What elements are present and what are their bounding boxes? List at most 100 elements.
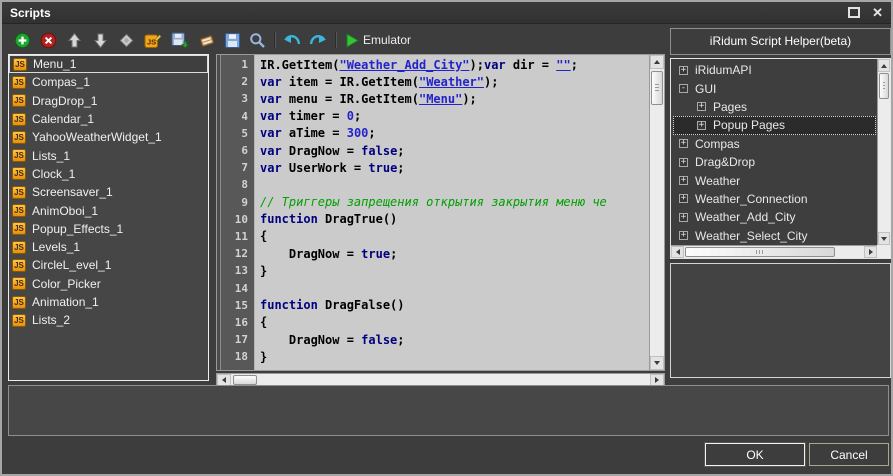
editor-vertical-scrollbar[interactable]: [649, 55, 664, 370]
expand-icon[interactable]: +: [679, 194, 688, 204]
toolbar-separator: [274, 32, 275, 48]
scrollbar-thumb[interactable]: [651, 71, 663, 105]
undo-button[interactable]: [283, 32, 301, 48]
script-list-item[interactable]: JS Animation_1: [9, 293, 208, 311]
triangle-left-icon: [222, 377, 226, 383]
editor-toolbar: Emulator: [224, 28, 411, 52]
scroll-up-button[interactable]: [650, 55, 664, 69]
tree-item[interactable]: + Pages: [673, 98, 876, 116]
play-icon: [346, 32, 359, 48]
diamond-button[interactable]: [118, 32, 135, 49]
collapse-icon[interactable]: -: [679, 84, 688, 94]
save-script-button[interactable]: [171, 32, 189, 49]
code-line: 13}: [217, 262, 649, 279]
delete-script-button[interactable]: [40, 32, 57, 49]
script-list-item[interactable]: JS Compas_1: [9, 73, 208, 91]
helper-detail-panel: [670, 263, 891, 378]
scroll-right-button[interactable]: [864, 246, 877, 258]
tree-item[interactable]: + Weather_Select_City: [673, 227, 876, 244]
scroll-down-button[interactable]: [878, 232, 890, 245]
script-name: Lists_2: [32, 313, 71, 328]
script-name: Compas_1: [32, 75, 91, 90]
expand-icon[interactable]: +: [679, 231, 688, 241]
move-down-button[interactable]: [92, 32, 109, 49]
js-file-icon: JS: [12, 222, 26, 236]
js-file-icon: JS: [12, 258, 26, 272]
find-button[interactable]: [249, 32, 266, 49]
script-list-item[interactable]: JS Lists_2: [9, 311, 208, 329]
ok-button[interactable]: OK: [705, 443, 805, 466]
script-list-item[interactable]: JS Clock_1: [9, 165, 208, 183]
tree-vertical-scrollbar[interactable]: [877, 59, 890, 245]
script-list-item[interactable]: JS DragDrop_1: [9, 92, 208, 110]
script-list-item[interactable]: JS Popup_Effects_1: [9, 220, 208, 238]
code-area[interactable]: 1 IR.GetItem("Weather_Add_City");var dir …: [217, 56, 649, 370]
expand-icon[interactable]: +: [679, 212, 688, 222]
script-list-item[interactable]: JS Menu_1: [9, 55, 208, 74]
tree-horizontal-scrollbar[interactable]: [671, 245, 877, 258]
close-icon: ✕: [872, 4, 883, 20]
tree-item[interactable]: + Weather_Add_City: [673, 208, 876, 226]
emulator-button[interactable]: Emulator: [344, 32, 411, 49]
script-list[interactable]: JS Menu_1 JS Compas_1 JS DragDrop_1 JS Calendar…: [8, 54, 209, 381]
tree-item[interactable]: + iRidumAPI: [673, 61, 876, 79]
expand-icon[interactable]: +: [679, 176, 688, 186]
code-line: 15 function DragFalse(): [217, 297, 649, 314]
line-number: 16: [234, 315, 248, 329]
script-list-item[interactable]: JS AnimOboi_1: [9, 201, 208, 219]
script-list-item[interactable]: JS Screensaver_1: [9, 183, 208, 201]
script-list-item[interactable]: JS Color_Picker: [9, 275, 208, 293]
code-text: }: [260, 263, 268, 278]
close-button[interactable]: ✕: [872, 4, 883, 20]
js-file-icon: JS: [12, 112, 26, 126]
save-button[interactable]: [224, 32, 241, 49]
clear-script-button[interactable]: [198, 32, 216, 49]
floppy-import-icon: [171, 32, 189, 48]
undo-arrow-icon: [284, 35, 301, 45]
code-line: 4 var timer = 0;: [217, 108, 649, 125]
floppy-icon: [225, 32, 240, 48]
script-list-item[interactable]: JS Lists_1: [9, 146, 208, 164]
tree-item[interactable]: - GUI: [673, 79, 876, 97]
script-name: DragDrop_1: [32, 93, 98, 108]
scroll-up-button[interactable]: [878, 59, 890, 72]
js-file-icon: JS: [12, 277, 26, 291]
maximize-button[interactable]: [848, 7, 861, 18]
code-text: }: [260, 349, 268, 364]
tree-item[interactable]: + Weather_Connection: [673, 190, 876, 208]
tree-item-label: Popup Pages: [713, 118, 786, 133]
tree-item-label: Weather_Connection: [695, 191, 808, 206]
scrollbar-thumb[interactable]: [685, 247, 835, 257]
cancel-button[interactable]: Cancel: [809, 443, 889, 466]
expand-icon[interactable]: +: [697, 120, 706, 130]
tree-rows[interactable]: + iRidumAPI - GUI + Pages + Popup Pages + Compas +…: [673, 61, 876, 244]
arrow-down-icon: [93, 33, 108, 48]
script-list-item[interactable]: JS CircleL_evel_1: [9, 256, 208, 274]
panel-splitter[interactable]: [210, 54, 215, 381]
code-line: 17 DragNow = false;: [217, 331, 649, 348]
scroll-left-button[interactable]: [671, 246, 684, 258]
script-list-item[interactable]: JS YahooWeatherWidget_1: [9, 128, 208, 146]
tree-item[interactable]: + Drag&Drop: [673, 153, 876, 171]
expand-icon[interactable]: +: [697, 102, 706, 112]
expand-icon[interactable]: +: [679, 139, 688, 149]
triangle-right-icon: [868, 249, 873, 255]
add-script-button[interactable]: [14, 32, 31, 49]
tree-item[interactable]: + Compas: [673, 135, 876, 153]
edit-script-button[interactable]: JS: [144, 32, 162, 49]
tree-item[interactable]: + Popup Pages: [673, 116, 876, 135]
diamond-icon: [119, 33, 134, 47]
titlebar[interactable]: Scripts ✕: [2, 2, 891, 24]
tree-item[interactable]: + Weather: [673, 171, 876, 189]
scrollbar-thumb[interactable]: [879, 73, 889, 99]
move-up-button[interactable]: [66, 32, 83, 49]
code-line: 12 DragNow = true;: [217, 245, 649, 262]
script-list-item[interactable]: JS Calendar_1: [9, 110, 208, 128]
scroll-down-button[interactable]: [650, 356, 664, 370]
expand-icon[interactable]: +: [679, 157, 688, 167]
expand-icon[interactable]: +: [679, 65, 688, 75]
script-list-item[interactable]: JS Levels_1: [9, 238, 208, 256]
triangle-up-icon: [881, 63, 887, 68]
redo-button[interactable]: [309, 32, 327, 48]
scrollbar-thumb[interactable]: [233, 375, 257, 385]
